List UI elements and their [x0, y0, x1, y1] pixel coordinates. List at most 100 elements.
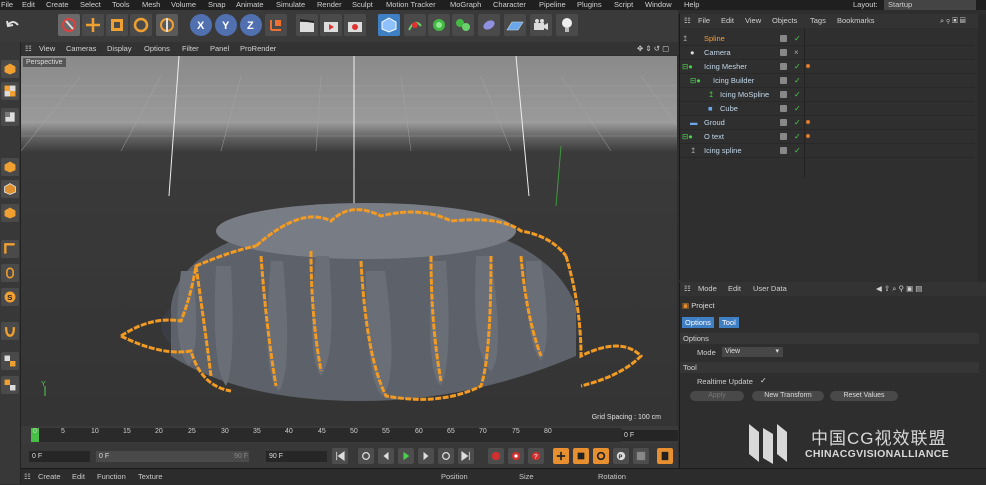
previous-frame-button[interactable] [378, 448, 394, 464]
workplane-button[interactable] [1, 82, 19, 100]
om-menu-objects[interactable]: Objects [772, 14, 797, 28]
menu-pipeline[interactable]: Pipeline [539, 0, 566, 10]
x-axis-lock-button[interactable]: X [190, 14, 212, 36]
mat-menu-function[interactable]: Function [97, 469, 126, 485]
current-frame-field[interactable]: 0 F [621, 430, 678, 441]
rotate-tool-button[interactable] [130, 14, 152, 36]
timeline[interactable]: 0 5 10 15 20 25 30 35 40 45 50 55 60 65 … [21, 426, 678, 444]
object-name[interactable]: Spline [704, 32, 725, 45]
menu-mesh[interactable]: Mesh [142, 0, 160, 10]
layer-chip[interactable] [780, 147, 787, 154]
render-settings-button[interactable] [344, 14, 366, 36]
om-menu-edit[interactable]: Edit [721, 14, 734, 28]
go-to-start-button[interactable] [332, 448, 348, 464]
tab-options[interactable]: Options [682, 317, 714, 328]
key-pla-button[interactable] [633, 448, 649, 464]
camera-button[interactable] [530, 14, 552, 36]
tool-section-header[interactable]: Tool [680, 362, 979, 373]
menu-help[interactable]: Help [684, 0, 699, 10]
key-scale-button[interactable] [573, 448, 589, 464]
material-menu-icon[interactable]: ☷ [24, 469, 31, 485]
mat-menu-edit[interactable]: Edit [72, 469, 85, 485]
object-name[interactable]: Camera [704, 46, 731, 59]
mat-menu-create[interactable]: Create [38, 469, 61, 485]
enabled-check[interactable]: ✓ [794, 88, 801, 101]
vp-menu-panel[interactable]: Panel [210, 42, 229, 55]
next-key-button[interactable] [438, 448, 454, 464]
enabled-check[interactable]: × [794, 46, 799, 59]
object-row-o-text[interactable]: ⊟● O text ✓ [680, 130, 975, 144]
live-selection-button[interactable] [58, 14, 80, 36]
menu-tools[interactable]: Tools [112, 0, 130, 10]
object-row-spline[interactable]: ↥ Spline ✓ [680, 32, 975, 46]
am-nav-icons[interactable]: ◀ ⇧ ⌕ ⚲ ▣ ▤ [876, 282, 922, 296]
autokey-button[interactable] [508, 448, 524, 464]
menu-file[interactable]: File [1, 0, 13, 10]
range-slider-end[interactable]: 90 F [231, 451, 248, 462]
object-row-cube[interactable]: ■ Cube ✓ [680, 102, 975, 116]
enabled-check[interactable]: ✓ [794, 32, 801, 45]
vp-menu-cameras[interactable]: Cameras [66, 42, 96, 55]
mode-dropdown[interactable]: View ▾ [722, 347, 783, 357]
enabled-check[interactable]: ✓ [794, 60, 801, 73]
menu-sculpt[interactable]: Sculpt [352, 0, 373, 10]
edges-mode-button[interactable] [1, 240, 19, 258]
om-nav-icons[interactable]: ⌕ ⚲ ▣ ▤ [940, 14, 966, 28]
layout-dropdown[interactable]: Startup [884, 0, 976, 10]
previous-key-button[interactable] [358, 448, 374, 464]
viewport-nav-icons[interactable]: ✥ ⇕ ↺ ▢ [637, 42, 669, 55]
object-name[interactable]: Icing Builder [713, 74, 754, 87]
apply-button[interactable]: Apply [690, 391, 744, 401]
am-menu-mode[interactable]: Mode [698, 282, 717, 296]
light-button[interactable] [556, 14, 578, 36]
om-menu-icon[interactable]: ☷ [684, 14, 691, 28]
right-edge-tabs[interactable] [978, 14, 986, 314]
new-transform-button[interactable]: New Transform [752, 391, 824, 401]
layer-chip[interactable] [780, 105, 787, 112]
object-name[interactable]: Icing spline [704, 144, 742, 157]
object-row-icing-mospline[interactable]: ↥ Icing MoSpline ✓ [680, 88, 975, 102]
spline-pen-button[interactable] [404, 14, 426, 36]
subdivision-surface-button[interactable] [428, 14, 450, 36]
vp-menu-view[interactable]: View [39, 42, 55, 55]
enabled-check[interactable]: ✓ [794, 102, 801, 115]
layer-chip[interactable] [780, 119, 787, 126]
object-row-camera[interactable]: ● Camera × [680, 46, 975, 60]
floor-button[interactable] [504, 14, 526, 36]
om-menu-file[interactable]: File [698, 14, 710, 28]
om-menu-bookmarks[interactable]: Bookmarks [837, 14, 875, 28]
cloner-button[interactable] [452, 14, 474, 36]
menu-snap[interactable]: Snap [208, 0, 226, 10]
render-view-button[interactable] [296, 14, 318, 36]
menu-volume[interactable]: Volume [171, 0, 196, 10]
menu-plugins[interactable]: Plugins [577, 0, 602, 10]
vp-menu-options[interactable]: Options [144, 42, 170, 55]
range-slider-start[interactable]: 0 F [96, 451, 249, 462]
menu-script[interactable]: Script [614, 0, 633, 10]
layer-chip[interactable] [780, 77, 787, 84]
texture-mode-button[interactable] [1, 108, 19, 126]
snap-button[interactable]: S [1, 288, 19, 306]
object-name[interactable]: Groud [704, 116, 725, 129]
tab-tool[interactable]: Tool [719, 317, 739, 328]
layer-chip[interactable] [780, 91, 787, 98]
coordinate-system-button[interactable] [265, 14, 287, 36]
scale-tool-button[interactable] [106, 14, 128, 36]
object-name[interactable]: Cube [720, 102, 738, 115]
vp-menu-prorender[interactable]: ProRender [240, 42, 276, 55]
deformer-button[interactable] [478, 14, 500, 36]
workplane-grid-button[interactable] [1, 376, 19, 394]
layer-chip[interactable] [780, 133, 787, 140]
menu-select[interactable]: Select [80, 0, 101, 10]
am-menu-edit[interactable]: Edit [728, 282, 741, 296]
object-row-groud[interactable]: ▬ Groud ✓ [680, 116, 975, 130]
menu-animate[interactable]: Animate [236, 0, 264, 10]
polygons-mode-button[interactable] [1, 264, 19, 282]
model-mode-button[interactable] [1, 158, 19, 176]
points-mode-button[interactable] [1, 204, 19, 222]
object-mode-button[interactable] [1, 180, 19, 198]
keyframe-selection-button[interactable]: ? [528, 448, 544, 464]
film-button[interactable] [657, 448, 673, 464]
menu-motion-tracker[interactable]: Motion Tracker [386, 0, 436, 10]
reset-values-button[interactable]: Reset Values [830, 391, 898, 401]
